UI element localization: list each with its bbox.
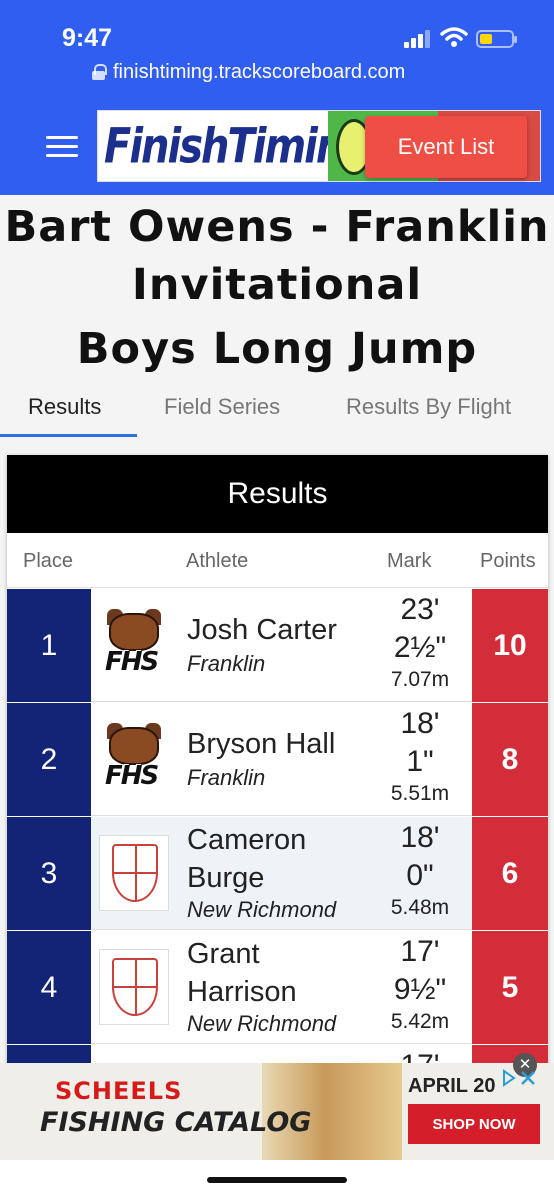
event-name: Boys Long Jump — [76, 324, 478, 374]
url-bar[interactable]: finishtiming.trackscoreboard.com — [92, 58, 405, 86]
mark-cell: 18' 1" 5.51m — [372, 705, 468, 807]
athlete-name-last[interactable]: Harrison — [187, 973, 297, 1011]
points-cell: 8 — [472, 703, 548, 816]
athlete-name[interactable]: Bryson Hall — [187, 725, 335, 763]
athlete-name-first[interactable]: Cameron — [187, 821, 306, 859]
athlete-school: Franklin — [187, 651, 266, 676]
tab-results[interactable]: Results — [28, 394, 101, 420]
active-tab-indicator — [0, 434, 137, 437]
athlete-name-last[interactable]: Burge — [187, 859, 264, 897]
mark-meters: 7.07m — [390, 668, 450, 691]
url-text: finishtiming.trackscoreboard.com — [113, 60, 406, 83]
mark-cell: 18' 0" 5.48m — [372, 819, 468, 921]
franklin-logo: FHS — [99, 607, 169, 683]
place-cell: 2 — [7, 703, 91, 816]
col-athlete: Athlete — [186, 550, 249, 572]
mark-feet: 18' — [400, 821, 440, 854]
meet-title-line1: Bart Owens - Franklin — [4, 202, 550, 252]
mark-feet: 23' — [400, 593, 440, 626]
meet-title-line2: Invitational — [131, 260, 423, 310]
home-indicator[interactable] — [207, 1177, 347, 1183]
tab-field-series[interactable]: Field Series — [164, 394, 280, 420]
athlete-school: Franklin — [187, 765, 266, 790]
results-heading: Results — [7, 455, 548, 533]
page-title: Bart Owens - Franklin Invitational — [0, 198, 554, 314]
points-cell: 6 — [472, 817, 548, 930]
tab-results-by-flight[interactable]: Results By Flight — [346, 394, 511, 420]
event-list-button[interactable]: Event List — [365, 116, 527, 178]
table-row[interactable]: 2 FHS Bryson Hall Franklin 18' 1" 5.51m … — [7, 703, 548, 816]
new-richmond-logo — [99, 835, 169, 911]
points-cell: 5 — [472, 931, 548, 1044]
adchoices-icon[interactable] — [500, 1068, 550, 1088]
mark-feet: 18' — [400, 707, 440, 740]
col-mark: Mark — [387, 550, 432, 572]
mark-meters: 5.51m — [390, 782, 450, 805]
athlete-school: New Richmond — [187, 1011, 337, 1036]
ad-brand: SCHEELS — [55, 1077, 183, 1105]
browser-top-bar: 9:47 finishtiming.trackscoreboard.com Fi… — [0, 0, 554, 195]
athlete-name[interactable]: Josh Carter — [187, 611, 337, 649]
place-cell: 1 — [7, 589, 91, 702]
table-row[interactable]: 4 Grant Harrison New Richmond 17' 9½" 5.… — [7, 931, 548, 1044]
menu-icon[interactable] — [46, 136, 78, 158]
mark-cell: 23' 2½" 7.07m — [372, 591, 468, 693]
cellular-signal-icon — [404, 30, 432, 48]
table-row[interactable]: 1 FHS Josh Carter Franklin 23' 2½" 7.07m… — [7, 589, 548, 702]
mark-inches: 0" — [406, 859, 434, 892]
place-cell: 3 — [7, 817, 91, 930]
mark-inches: 9½" — [393, 973, 447, 1006]
athlete-name-first[interactable]: Grant — [187, 935, 260, 973]
mark-meters: 5.48m — [390, 896, 450, 919]
mark-inches: 2½" — [393, 631, 447, 664]
col-place: Place — [23, 550, 74, 572]
ad-headline: FISHING CATALOG — [40, 1107, 312, 1138]
mark-meters: 5.42m — [390, 1010, 450, 1033]
mark-cell: 17' 9½" 5.42m — [372, 933, 468, 1035]
col-points: Points — [480, 550, 536, 572]
table-row[interactable]: 3 Cameron Burge New Richmond 18' 0" 5.48… — [7, 817, 548, 930]
finishtiming-logo: FinishTiming — [98, 111, 371, 181]
ad-banner[interactable]: SCHEELS FISHING CATALOG APRIL 20 SHOP NO… — [0, 1063, 554, 1160]
points-cell: 10 — [472, 589, 548, 702]
status-time: 9:47 — [62, 24, 113, 52]
mark-feet: 17' — [400, 935, 440, 968]
lock-icon — [92, 64, 107, 80]
athlete-school: New Richmond — [187, 897, 337, 922]
results-card: Results Place Athlete Mark Points 1 FHS … — [7, 455, 548, 1075]
wifi-icon — [440, 27, 468, 47]
franklin-logo: FHS — [99, 721, 169, 797]
tab-bar: Results Field Series Results By Flight — [0, 388, 554, 438]
shop-now-button[interactable]: SHOP NOW — [408, 1104, 540, 1144]
column-headers: Place Athlete Mark Points — [7, 533, 548, 588]
new-richmond-logo — [99, 949, 169, 1025]
ad-date: APRIL 20 — [408, 1075, 496, 1097]
place-cell: 4 — [7, 931, 91, 1044]
battery-icon — [476, 30, 517, 48]
status-bar: 9:47 — [0, 18, 554, 58]
mark-inches: 1" — [406, 745, 434, 778]
